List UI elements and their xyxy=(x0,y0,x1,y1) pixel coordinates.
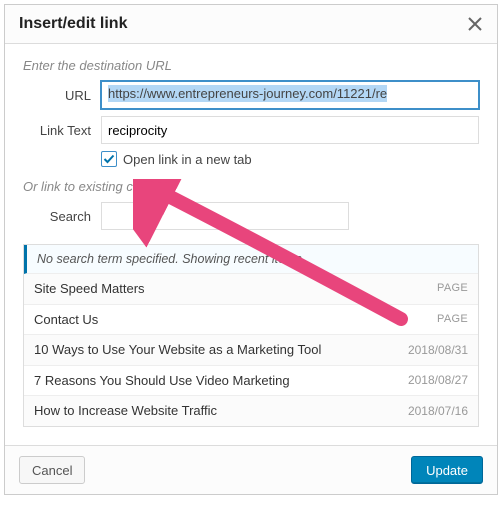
open-new-tab-checkbox[interactable] xyxy=(101,151,117,167)
close-icon[interactable] xyxy=(467,16,483,32)
dialog-footer: Cancel Update xyxy=(5,445,497,494)
result-title: How to Increase Website Traffic xyxy=(34,403,217,419)
existing-content-help: Or link to existing content xyxy=(23,179,479,194)
dialog-titlebar: Insert/edit link xyxy=(5,5,497,44)
result-meta: PAGE xyxy=(437,282,468,295)
link-text-input[interactable] xyxy=(101,116,479,144)
url-row: URL https://www.entrepreneurs-journey.co… xyxy=(23,81,479,109)
search-input[interactable] xyxy=(101,202,349,230)
result-meta: 2018/08/27 xyxy=(408,373,468,387)
result-meta: 2018/08/31 xyxy=(408,343,468,357)
insert-link-dialog: Insert/edit link Enter the destination U… xyxy=(4,4,498,495)
search-label: Search xyxy=(23,209,101,224)
result-title: 7 Reasons You Should Use Video Marketing xyxy=(34,373,290,389)
search-row: Search xyxy=(23,202,479,230)
list-item[interactable]: How to Increase Website Traffic 2018/07/1… xyxy=(24,396,478,427)
url-label: URL xyxy=(23,88,101,103)
list-item[interactable]: 10 Ways to Use Your Website as a Marketi… xyxy=(24,335,478,366)
result-meta: PAGE xyxy=(437,313,468,326)
result-title: Site Speed Matters xyxy=(34,281,145,297)
list-item[interactable]: 7 Reasons You Should Use Video Marketing… xyxy=(24,366,478,397)
link-text-label: Link Text xyxy=(23,123,101,138)
url-input[interactable]: https://www.entrepreneurs-journey.com/11… xyxy=(101,81,479,109)
link-text-row: Link Text xyxy=(23,116,479,144)
open-new-tab-row[interactable]: Open link in a new tab xyxy=(101,151,479,167)
update-button[interactable]: Update xyxy=(411,456,483,484)
list-item[interactable]: Site Speed Matters PAGE xyxy=(24,274,478,305)
open-new-tab-label: Open link in a new tab xyxy=(123,152,252,167)
results-notice: No search term specified. Showing recent… xyxy=(24,245,478,274)
cancel-button[interactable]: Cancel xyxy=(19,456,85,484)
dialog-title: Insert/edit link xyxy=(19,15,127,33)
results-list[interactable]: No search term specified. Showing recent… xyxy=(23,244,479,427)
enter-url-help: Enter the destination URL xyxy=(23,58,479,73)
result-meta: 2018/07/16 xyxy=(408,404,468,418)
list-item[interactable]: Contact Us PAGE xyxy=(24,305,478,336)
result-title: Contact Us xyxy=(34,312,98,328)
result-title: 10 Ways to Use Your Website as a Marketi… xyxy=(34,342,321,358)
dialog-body: Enter the destination URL URL https://ww… xyxy=(5,44,497,445)
